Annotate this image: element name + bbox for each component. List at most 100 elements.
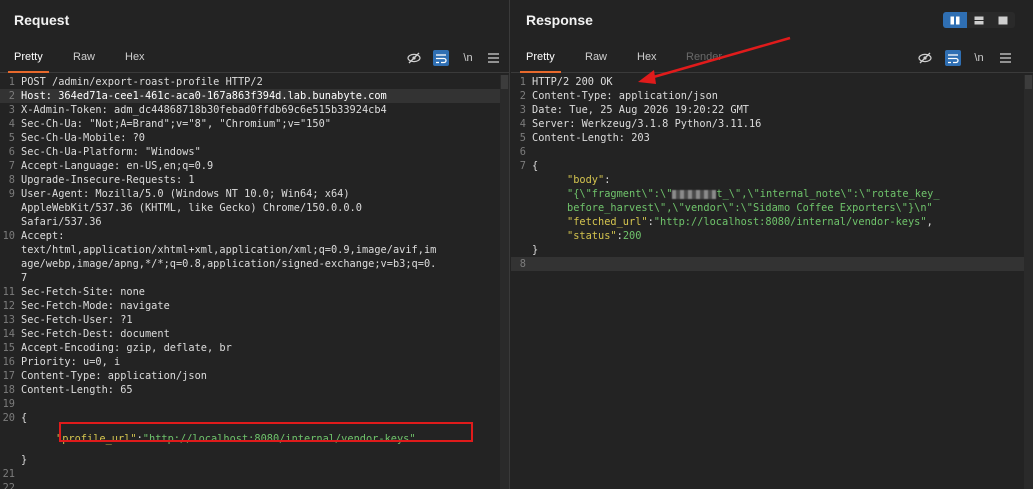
response-line-text: Content-Length: 203	[532, 132, 650, 144]
request-line-text: Sec-Ch-Ua: "Not;A=Brand";v="8", "Chromiu…	[21, 118, 331, 130]
newline-toggle[interactable]: \n	[971, 50, 987, 66]
line-number: 3	[8, 104, 15, 116]
response-line: 5 Content-Length: 203	[511, 131, 1033, 145]
request-line: 8 Upgrade-Insecure-Requests: 1	[0, 173, 509, 187]
request-tabs: Pretty Raw Hex \n	[0, 43, 509, 73]
request-tab-raw[interactable]: Raw	[73, 51, 95, 63]
response-title: Response	[526, 12, 593, 28]
request-line-text: Sec-Fetch-User: ?1	[21, 314, 133, 326]
request-line-text: Sec-Fetch-Dest: document	[21, 328, 170, 340]
layout-side-by-side-button[interactable]	[943, 12, 967, 28]
line-number: 12	[2, 300, 15, 312]
hamburger-menu-icon[interactable]	[997, 50, 1013, 66]
response-json-line: "body":	[567, 174, 611, 186]
request-title: Request	[14, 12, 70, 28]
request-line-text	[20, 397, 21, 411]
response-json-line: "status":200	[567, 230, 642, 242]
line-number: 2	[519, 90, 526, 102]
response-line-text: HTTP/2 200 OK	[532, 76, 613, 88]
response-line-text: Content-Type: application/json	[532, 90, 718, 102]
request-tab-hex[interactable]: Hex	[125, 51, 145, 63]
line-number: 4	[8, 118, 15, 130]
request-scroll-thumb[interactable]	[501, 75, 508, 89]
request-line-text: POST /admin/export-roast-profile HTTP/2	[21, 76, 263, 88]
line-number: 5	[8, 132, 15, 144]
response-close-brace-line: }	[511, 243, 1033, 257]
request-line: 5 Sec-Ch-Ua-Mobile: ?0	[0, 131, 509, 145]
line-number	[0, 243, 20, 257]
line-number: 11	[2, 286, 15, 298]
request-line-text: Host: 364ed71a-cee1-461c-aca0-167a863f39…	[21, 90, 387, 102]
response-scrollbar[interactable]	[1024, 75, 1033, 489]
word-wrap-icon[interactable]	[433, 50, 449, 66]
response-tab-raw[interactable]: Raw	[585, 51, 607, 63]
request-line-text: text/html,application/xhtml+xml,applicat…	[21, 244, 437, 256]
request-line: 6 Sec-Ch-Ua-Platform: "Windows"	[0, 145, 509, 159]
request-line: 15 Accept-Encoding: gzip, deflate, br	[0, 341, 509, 355]
request-line: 22	[0, 481, 509, 489]
request-line-text: Accept-Encoding: gzip, deflate, br	[21, 342, 232, 354]
request-tab-pretty[interactable]: Pretty	[14, 51, 43, 63]
request-line-text: Upgrade-Insecure-Requests: 1	[21, 174, 195, 186]
request-line-text: Sec-Fetch-Site: none	[21, 286, 145, 298]
request-line: 21	[0, 467, 509, 481]
line-number: 20	[2, 412, 15, 424]
request-line-text: AppleWebKit/537.36 (KHTML, like Gecko) C…	[21, 202, 362, 214]
layout-single-button[interactable]	[991, 12, 1015, 28]
response-scroll-thumb[interactable]	[1025, 75, 1032, 89]
line-number: 7	[8, 160, 15, 172]
json-key-fetched-url: "fetched_url"	[567, 216, 648, 228]
line-number: 5	[519, 132, 526, 144]
response-json-line: "{\"fragment\":\" t_\",\"internal_note\":…	[511, 187, 1033, 201]
response-tab-pretty[interactable]: Pretty	[526, 51, 555, 63]
json-body-part3: before_harvest\",\"vendor\":\"Sidamo Cof…	[567, 202, 933, 214]
request-line: 3 X-Admin-Token: adm_dc44868718b30febad0f…	[0, 103, 509, 117]
request-line-text: User-Agent: Mozilla/5.0 (Windows NT 10.0…	[21, 188, 350, 200]
line-number: 22	[2, 482, 15, 489]
request-line: 7	[0, 271, 509, 285]
hamburger-menu-icon[interactable]	[485, 50, 501, 66]
request-line-text: age/webp,image/apng,*/*;q=0.8,applicatio…	[21, 258, 437, 270]
request-line: 18 Content-Length: 65	[0, 383, 509, 397]
request-scrollbar[interactable]	[500, 75, 509, 489]
response-active-tab-indicator	[520, 71, 561, 73]
request-active-tab-indicator	[8, 71, 49, 73]
line-number: 13	[2, 314, 15, 326]
request-line-text: Sec-Ch-Ua-Mobile: ?0	[21, 132, 145, 144]
response-editor[interactable]: 1 HTTP/2 200 OK 2 Content-Type: application…	[511, 75, 1033, 489]
request-line: 19	[0, 397, 509, 411]
request-line-text: Priority: u=0, i	[21, 356, 121, 368]
layout-toggle	[943, 12, 1015, 28]
annotation-arrow	[638, 36, 791, 84]
response-line: 3 Date: Tue, 25 Aug 2026 19:20:22 GMT	[511, 103, 1033, 117]
layout-stacked-button[interactable]	[967, 12, 991, 28]
request-line-text: 7	[21, 272, 28, 284]
request-line-text: Accept:	[21, 230, 65, 242]
line-number	[0, 257, 20, 271]
response-close-brace: }	[532, 244, 539, 256]
request-line-text: Sec-Fetch-Mode: navigate	[21, 300, 170, 312]
json-body-part1: "{\"fragment\":\"	[567, 188, 673, 200]
request-line: 2 Host: 364ed71a-cee1-461c-aca0-167a863f3…	[0, 89, 509, 103]
line-number: 14	[2, 328, 15, 340]
line-number: 16	[2, 356, 15, 368]
request-line: 13 Sec-Fetch-User: ?1	[0, 313, 509, 327]
line-number: 4	[519, 118, 526, 130]
request-line: 16 Priority: u=0, i	[0, 355, 509, 369]
line-number	[0, 201, 20, 215]
response-line: 7{	[511, 159, 1033, 173]
response-line-text	[531, 145, 532, 159]
response-json-line: before_harvest\",\"vendor\":\"Sidamo Cof…	[511, 201, 1033, 215]
request-line: 17 Content-Type: application/json	[0, 369, 509, 383]
word-wrap-icon[interactable]	[945, 50, 961, 66]
request-line-text: {	[21, 412, 28, 424]
response-line-text: Date: Tue, 25 Aug 2026 19:20:22 GMT	[532, 104, 749, 116]
line-number: 10	[2, 230, 15, 242]
line-number: 6	[519, 146, 526, 158]
hide-icon[interactable]	[917, 50, 933, 66]
newline-toggle[interactable]: \n	[460, 50, 476, 66]
response-line-text: {	[532, 160, 539, 172]
redacted-fragment	[672, 189, 717, 199]
request-line-text: Sec-Ch-Ua-Platform: "Windows"	[21, 146, 201, 158]
hide-icon[interactable]	[406, 50, 422, 66]
